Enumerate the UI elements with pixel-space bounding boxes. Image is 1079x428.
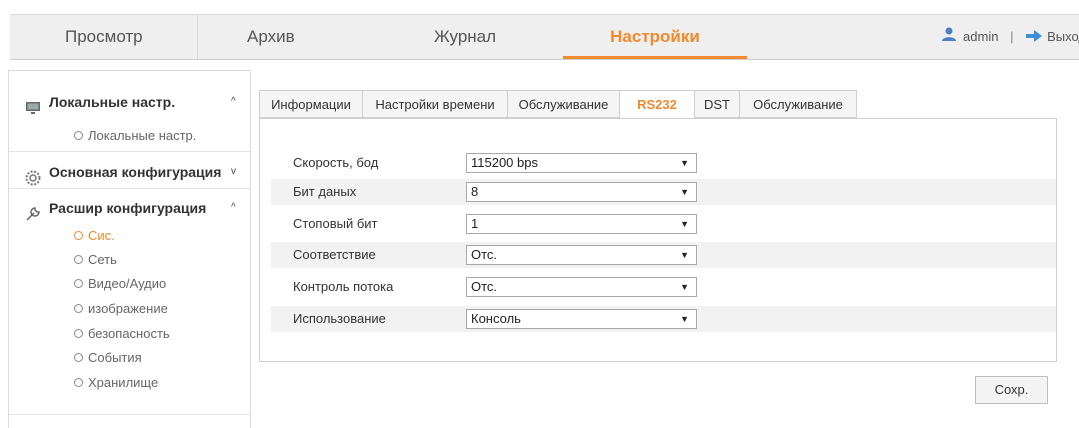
nav-tab-archive[interactable]: Архив: [247, 15, 295, 59]
sidebar-divider: [9, 414, 250, 415]
tab-time-settings[interactable]: Настройки времени: [362, 90, 508, 118]
sidebar-item-label: Хранилище: [88, 375, 159, 390]
data-bits-label: Бит даных: [293, 184, 357, 199]
bullet-icon: [74, 304, 83, 313]
tab-dst[interactable]: DST: [694, 90, 740, 118]
sidebar-group-basic[interactable]: Основная конфигурация v: [9, 155, 250, 189]
parity-label: Соответствие: [293, 247, 376, 262]
nav-tab-log[interactable]: Журнал: [434, 15, 496, 59]
flow-control-label: Контроль потока: [293, 279, 394, 294]
sidebar-divider: [9, 188, 250, 189]
form-row-usage: Использование Консоль ▼: [271, 306, 1056, 332]
data-bits-value: 8: [471, 184, 479, 199]
sidebar-item-local-settings[interactable]: Локальные настр.: [9, 123, 250, 148]
tab-rs232[interactable]: RS232: [619, 90, 695, 119]
tab-maintenance-2[interactable]: Обслуживание: [739, 90, 857, 118]
monitor-icon: [25, 94, 41, 114]
parity-select[interactable]: Отс. ▼: [466, 245, 697, 265]
dropdown-arrow-icon: ▼: [680, 314, 689, 324]
flow-control-value: Отс.: [471, 279, 498, 294]
nav-divider: [197, 15, 198, 59]
flow-control-select[interactable]: Отс. ▼: [466, 277, 697, 297]
user-separator: |: [1010, 29, 1014, 44]
sidebar-divider: [9, 151, 250, 152]
sidebar-item-storage[interactable]: Хранилище: [9, 370, 250, 395]
sidebar-group-advanced[interactable]: Расшир конфигурация ^: [9, 191, 250, 225]
sidebar-item-label: изображение: [88, 301, 168, 316]
wrench-icon: [25, 200, 41, 221]
sidebar-group-local[interactable]: Локальные настр. ^: [9, 85, 250, 119]
dropdown-arrow-icon: ▼: [680, 219, 689, 229]
bullet-icon: [74, 329, 83, 338]
data-bits-select[interactable]: 8 ▼: [466, 182, 697, 202]
chevron-down-icon[interactable]: v: [231, 155, 236, 189]
sidebar-group-local-label: Локальные настр.: [49, 94, 176, 110]
bullet-icon: [74, 255, 83, 264]
bullet-icon: [74, 353, 83, 362]
top-navigation: Просмотр Архив Журнал Настройки admin | …: [10, 14, 1079, 60]
dropdown-arrow-icon: ▼: [680, 250, 689, 260]
sidebar-item-security[interactable]: безопасность: [9, 321, 250, 346]
usage-value: Консоль: [471, 311, 521, 326]
user-icon: [941, 16, 957, 60]
stop-bit-select[interactable]: 1 ▼: [466, 214, 697, 234]
logout-link[interactable]: Выход: [1047, 29, 1079, 44]
sidebar-item-video-audio[interactable]: Видео/Аудио: [9, 271, 250, 296]
sidebar-item-label: Сеть: [88, 252, 117, 267]
form-row-baud-rate: Скорость, бод 115200 bps ▼: [271, 150, 1056, 176]
usage-select[interactable]: Консоль ▼: [466, 309, 697, 329]
sidebar-item-label: События: [88, 350, 142, 365]
stop-bit-label: Стоповый бит: [293, 216, 378, 231]
dropdown-arrow-icon: ▼: [680, 187, 689, 197]
dropdown-arrow-icon: ▼: [680, 158, 689, 168]
nav-tab-settings-label: Настройки: [610, 27, 700, 46]
sidebar-item-label: Сис.: [88, 228, 115, 243]
baud-rate-value: 115200 bps: [471, 155, 538, 170]
nav-tab-preview[interactable]: Просмотр: [65, 15, 143, 59]
sidebar-item-system[interactable]: Сис.: [9, 223, 250, 248]
dropdown-arrow-icon: ▼: [680, 282, 689, 292]
sidebar-group-basic-label: Основная конфигурация: [49, 164, 222, 180]
sidebar-item-label: безопасность: [88, 326, 170, 341]
sidebar-item-image[interactable]: изображение: [9, 296, 250, 321]
chevron-up-icon[interactable]: ^: [231, 191, 236, 225]
baud-rate-select[interactable]: 115200 bps ▼: [466, 153, 697, 173]
logout-icon[interactable]: [1025, 16, 1043, 60]
form-row-data-bits: Бит даных 8 ▼: [271, 179, 1056, 205]
gear-icon: [25, 164, 41, 186]
username[interactable]: admin: [963, 29, 998, 44]
stop-bit-value: 1: [471, 216, 479, 231]
sidebar-item-events[interactable]: События: [9, 345, 250, 370]
form-row-stop-bit: Стоповый бит 1 ▼: [271, 211, 1056, 237]
parity-value: Отс.: [471, 247, 498, 262]
tab-info[interactable]: Информации: [259, 90, 363, 118]
form-row-parity: Соответствие Отс. ▼: [271, 242, 1056, 268]
sidebar-item-label: Видео/Аудио: [88, 276, 167, 291]
sidebar: Локальные настр. ^ Локальные настр. Осно…: [8, 70, 251, 428]
bullet-icon: [74, 231, 83, 240]
save-button[interactable]: Сохр.: [975, 376, 1048, 404]
sidebar-group-advanced-label: Расшир конфигурация: [49, 200, 207, 216]
bullet-icon: [74, 131, 83, 140]
rs232-panel: Скорость, бод 115200 bps ▼ Бит даных 8 ▼ С…: [259, 118, 1057, 362]
nav-tab-settings[interactable]: Настройки: [563, 15, 747, 59]
bullet-icon: [74, 378, 83, 387]
form-row-flow-control: Контроль потока Отс. ▼: [271, 274, 1056, 300]
usage-label: Использование: [293, 311, 386, 326]
sidebar-item-label: Локальные настр.: [88, 128, 197, 143]
baud-rate-label: Скорость, бод: [293, 155, 379, 170]
user-area: admin | Выход: [941, 15, 1079, 59]
sidebar-item-network[interactable]: Сеть: [9, 247, 250, 272]
tab-maintenance[interactable]: Обслуживание: [507, 90, 620, 118]
bullet-icon: [74, 279, 83, 288]
chevron-up-icon[interactable]: ^: [231, 85, 236, 119]
